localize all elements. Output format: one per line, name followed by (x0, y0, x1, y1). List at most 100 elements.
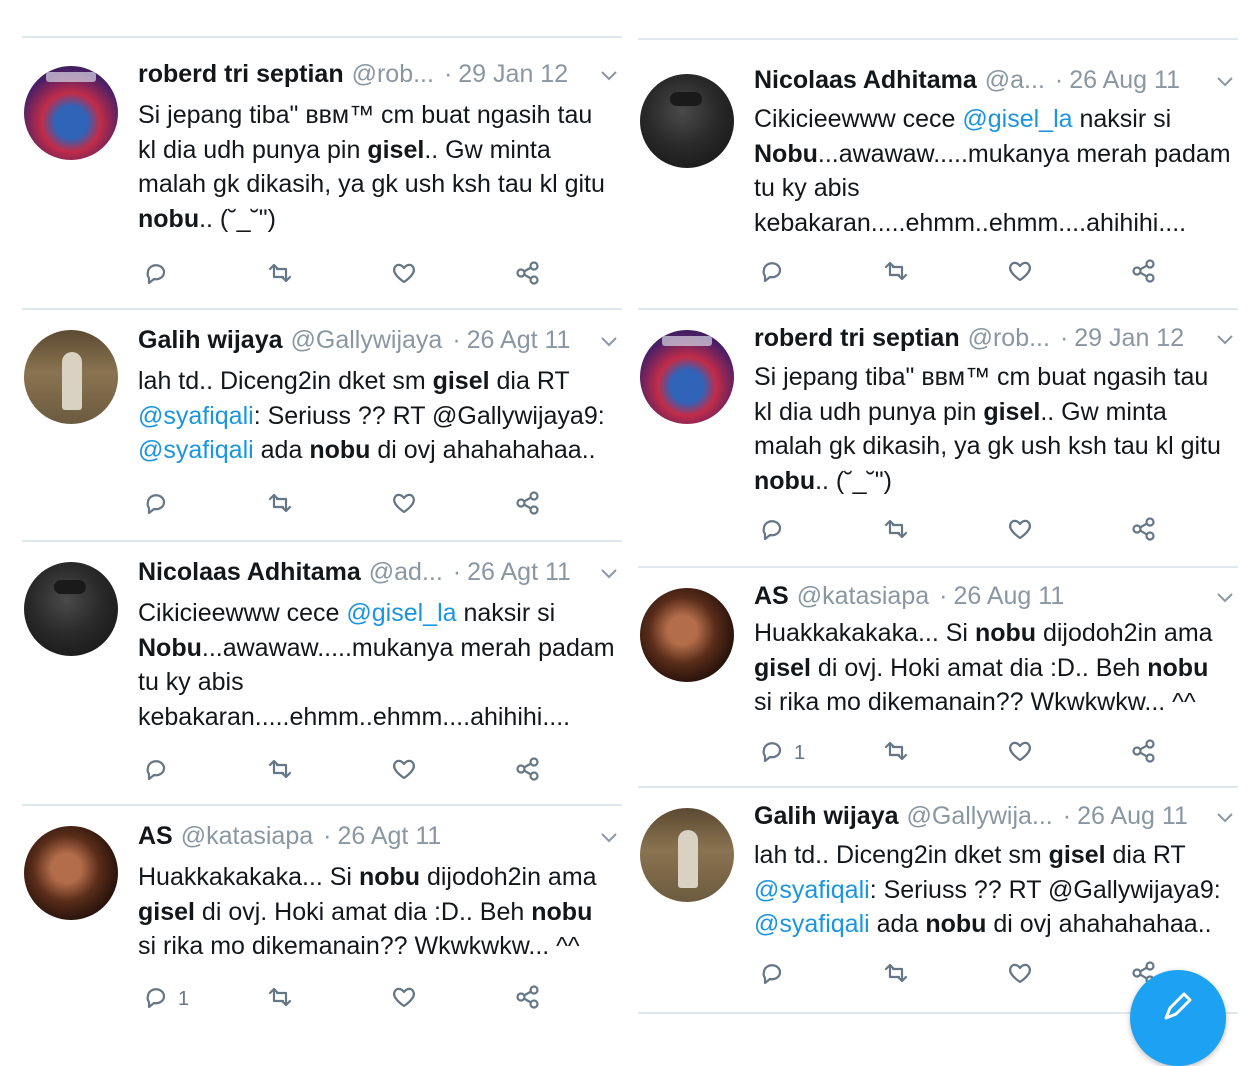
user-handle[interactable]: @a... (985, 66, 1045, 95)
retweet-button[interactable] (882, 960, 910, 990)
chevron-down-icon[interactable] (600, 70, 618, 82)
retweet-button[interactable] (266, 756, 294, 786)
like-button[interactable] (1006, 516, 1034, 546)
user-name[interactable]: Galih wijaya (138, 326, 283, 355)
like-button[interactable] (390, 260, 418, 290)
reply-button[interactable] (142, 756, 178, 786)
reply-button[interactable] (758, 960, 794, 990)
retweet-button[interactable] (882, 738, 910, 768)
chevron-down-icon[interactable] (1216, 592, 1234, 604)
tweet-date[interactable]: 29 Jan 12 (1074, 324, 1184, 353)
avatar[interactable] (24, 562, 118, 656)
user-name[interactable]: Galih wijaya (754, 802, 899, 831)
like-button[interactable] (1006, 258, 1034, 288)
reply-icon (758, 959, 786, 992)
mention-link[interactable]: @syafiqali (754, 876, 870, 904)
user-handle[interactable]: @rob... (968, 324, 1050, 353)
share-button[interactable] (514, 260, 542, 290)
highlighted-keyword: nobu (974, 619, 1037, 647)
share-icon (1130, 515, 1158, 548)
user-name[interactable]: roberd tri septian (754, 324, 960, 353)
tweet-text-segment: Cikicieewww cece (138, 599, 347, 627)
mention-link[interactable]: @syafiqali (754, 910, 870, 938)
user-name[interactable]: roberd tri septian (138, 60, 344, 89)
mention-link[interactable]: @gisel_la (962, 105, 1072, 133)
retweet-icon (882, 257, 910, 290)
tweet-date[interactable]: 26 Agt 11 (467, 558, 571, 587)
avatar[interactable] (640, 74, 734, 168)
avatar[interactable] (24, 330, 118, 424)
like-icon (390, 755, 418, 788)
mention-link[interactable]: @syafiqali (138, 402, 254, 430)
compose-tweet-button[interactable] (1130, 970, 1226, 1066)
like-button[interactable] (1006, 960, 1034, 990)
retweet-button[interactable] (266, 260, 294, 290)
reply-button[interactable] (758, 258, 794, 288)
share-button[interactable] (1130, 738, 1158, 768)
user-handle[interactable]: @katasiapa (797, 582, 929, 611)
retweet-button[interactable] (882, 258, 910, 288)
tweet-date[interactable]: 29 Jan 12 (458, 60, 568, 89)
chevron-down-icon[interactable] (600, 568, 618, 580)
tweet-date[interactable]: 26 Aug 11 (1069, 66, 1180, 95)
chevron-down-icon[interactable] (1216, 334, 1234, 346)
like-button[interactable] (390, 490, 418, 520)
avatar[interactable] (640, 330, 734, 424)
share-button[interactable] (1130, 258, 1158, 288)
tweet-date[interactable]: 26 Agt 11 (337, 822, 441, 851)
avatar[interactable] (640, 808, 734, 902)
tweet-text-segment: dia RT (1105, 841, 1186, 869)
user-handle[interactable]: @Gallywijaya (291, 326, 443, 355)
tweet-actions (138, 756, 622, 786)
share-button[interactable] (1130, 516, 1158, 546)
retweet-icon (266, 755, 294, 788)
tweet-date[interactable]: 26 Aug 11 (953, 582, 1064, 611)
retweet-icon (266, 259, 294, 292)
user-handle[interactable]: @Gallywija... (907, 802, 1053, 831)
share-button[interactable] (514, 984, 542, 1014)
tweet-card[interactable]: roberd tri septian @rob... · 29 Jan 12 S… (638, 310, 1238, 568)
user-name[interactable]: AS (138, 822, 173, 851)
avatar[interactable] (24, 66, 118, 160)
avatar[interactable] (640, 588, 734, 682)
share-icon (1130, 737, 1158, 770)
user-handle[interactable]: @katasiapa (181, 822, 313, 851)
reply-button[interactable]: 1 (142, 984, 189, 1014)
chevron-down-icon[interactable] (600, 336, 618, 348)
tweet-card[interactable]: Nicolaas Adhitama @a... · 26 Aug 11 Ciki… (638, 40, 1238, 310)
user-name[interactable]: AS (754, 582, 789, 611)
reply-button[interactable] (142, 490, 178, 520)
reply-button[interactable]: 1 (758, 738, 805, 768)
mention-link[interactable]: @syafiqali (138, 436, 254, 464)
share-button[interactable] (514, 756, 542, 786)
retweet-button[interactable] (882, 516, 910, 546)
user-name[interactable]: Nicolaas Adhitama (138, 558, 361, 587)
share-icon (514, 489, 542, 522)
tweet-text: Cikicieewww cece @gisel_la naksir si Nob… (138, 596, 616, 734)
tweet-date[interactable]: 26 Agt 11 (467, 326, 571, 355)
avatar[interactable] (24, 826, 118, 920)
tweet-card[interactable]: AS @katasiapa · 26 Aug 11 Huakkakakaka..… (638, 568, 1238, 788)
tweet-date[interactable]: 26 Aug 11 (1077, 802, 1188, 831)
retweet-button[interactable] (266, 490, 294, 520)
tweet-card[interactable]: roberd tri septian @rob... · 29 Jan 12 S… (22, 38, 622, 310)
share-button[interactable] (514, 490, 542, 520)
tweet-card[interactable]: Nicolaas Adhitama @ad... · 26 Agt 11 Cik… (22, 542, 622, 806)
mention-link[interactable]: @gisel_la (346, 599, 456, 627)
reply-button[interactable] (142, 260, 178, 290)
user-handle[interactable]: @rob... (352, 60, 434, 89)
chevron-down-icon[interactable] (1216, 812, 1234, 824)
user-handle[interactable]: @ad... (369, 558, 443, 587)
reply-button[interactable] (758, 516, 794, 546)
tweet-text-segment: Huakkakakaka... Si (754, 619, 975, 647)
user-name[interactable]: Nicolaas Adhitama (754, 66, 977, 95)
like-button[interactable] (390, 756, 418, 786)
tweet-card[interactable]: Galih wijaya @Gallywijaya · 26 Agt 11 la… (22, 310, 622, 542)
chevron-down-icon[interactable] (1216, 76, 1234, 88)
like-button[interactable] (1006, 738, 1034, 768)
like-button[interactable] (390, 984, 418, 1014)
tweet-card[interactable]: AS @katasiapa · 26 Agt 11 Huakkakakaka..… (22, 806, 622, 1036)
retweet-button[interactable] (266, 984, 294, 1014)
tweet-text-segment: : Seriuss ?? RT @Gallywijaya9: (253, 401, 605, 430)
chevron-down-icon[interactable] (600, 832, 618, 844)
